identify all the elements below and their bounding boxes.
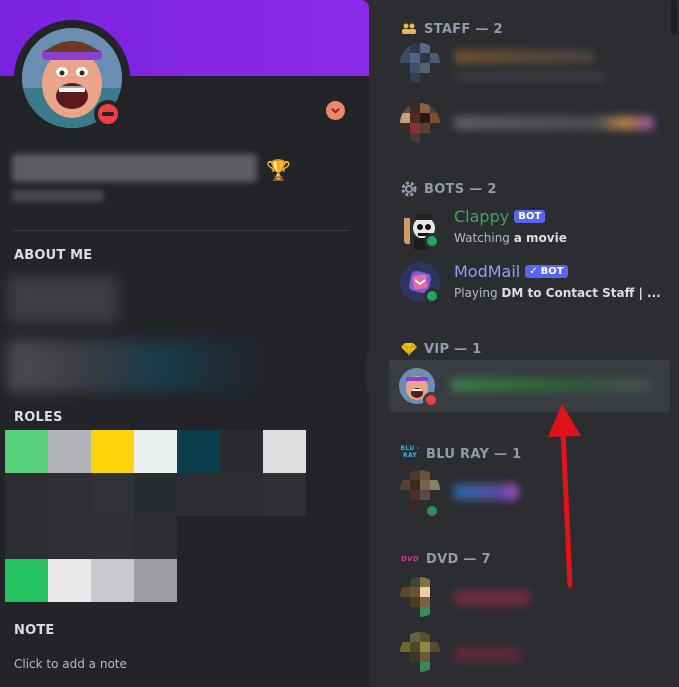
group-header-bots: BOTS — 2 — [400, 180, 497, 198]
dvd-icon: DVD — [401, 555, 419, 563]
group-label: BOTS — 2 — [424, 181, 497, 197]
role-chip[interactable] — [48, 516, 91, 559]
member-name: Clappy — [454, 207, 510, 226]
member-avatar[interactable] — [400, 43, 440, 83]
group-label: BLU RAY — 1 — [426, 446, 522, 462]
bot-tag: BOT — [514, 210, 546, 223]
role-chip[interactable] — [263, 430, 306, 473]
member-list-scrollbar[interactable] — [671, 0, 677, 35]
group-header-bluray: BLU - RAY BLU RAY — 1 — [400, 445, 521, 463]
role-chip[interactable] — [220, 430, 263, 473]
gear-icon — [400, 180, 418, 198]
role-row — [5, 559, 345, 602]
role-chip[interactable] — [134, 430, 177, 473]
diamond-icon — [400, 340, 418, 358]
staff-group-icon — [400, 20, 418, 38]
online-status-icon — [424, 233, 440, 249]
online-status-icon — [424, 288, 440, 304]
role-row — [5, 516, 345, 559]
checkmark-icon: ✓ — [529, 266, 538, 277]
modmail-name-row[interactable]: ModMail ✓ BOT — [454, 262, 568, 281]
group-label: DVD — 7 — [426, 551, 491, 567]
member-name-redacted — [451, 378, 651, 392]
activity-prefix: Watching — [454, 231, 510, 245]
user-tag-redacted — [12, 190, 104, 202]
bot-tag-label: BOT — [518, 211, 542, 222]
group-label: STAFF — 2 — [424, 21, 503, 37]
resize-handle[interactable] — [366, 352, 372, 392]
role-chip[interactable] — [91, 430, 134, 473]
member-name-redacted[interactable] — [454, 50, 594, 64]
about-me-text-redacted — [8, 276, 118, 322]
role-row — [5, 473, 345, 516]
member-name: ModMail — [454, 262, 521, 281]
online-status-icon — [424, 503, 440, 519]
member-name-redacted[interactable] — [454, 590, 530, 606]
activity-prefix: Playing — [454, 286, 498, 300]
role-chip[interactable] — [91, 559, 134, 602]
role-row — [5, 430, 345, 473]
group-header-vip: VIP — 1 — [400, 340, 482, 358]
bluray-icon: BLU - RAY — [400, 445, 420, 459]
role-chip[interactable] — [48, 473, 91, 516]
role-chip[interactable] — [177, 430, 220, 473]
role-chip[interactable] — [263, 473, 306, 516]
member-activity-redacted — [454, 72, 604, 82]
role-chip[interactable] — [134, 473, 177, 516]
role-chip[interactable] — [134, 516, 177, 559]
divider — [12, 230, 349, 231]
member-name-redacted[interactable] — [454, 646, 520, 662]
activity-value: a movie — [513, 231, 567, 245]
dnd-status-icon — [94, 100, 122, 128]
role-chip[interactable] — [5, 516, 48, 559]
group-label: VIP — 1 — [424, 341, 482, 357]
modmail-activity: Playing DM to Contact Staff | ... — [454, 286, 661, 300]
role-chip[interactable] — [5, 559, 48, 602]
role-chip[interactable] — [48, 559, 91, 602]
bot-tag-label: BOT — [540, 266, 564, 277]
role-chip[interactable] — [91, 516, 134, 559]
clappy-name-row[interactable]: Clappy BOT — [454, 207, 546, 226]
note-heading: NOTE — [14, 623, 55, 638]
role-chip[interactable] — [48, 430, 91, 473]
member-name-redacted[interactable] — [454, 116, 654, 130]
activity-value: DM to Contact Staff | ... — [501, 286, 661, 300]
role-chip[interactable] — [5, 473, 48, 516]
member-avatar[interactable] — [400, 103, 440, 143]
username-redacted — [12, 154, 257, 182]
member-name-redacted[interactable] — [454, 484, 518, 500]
roles-heading: ROLES — [14, 410, 63, 425]
group-header-staff: STAFF — 2 — [400, 20, 503, 38]
member-row-selected[interactable] — [389, 360, 670, 412]
member-avatar[interactable] — [400, 577, 440, 617]
trophy-icon: 🏆 — [266, 158, 291, 182]
verified-bot-tag: ✓ BOT — [525, 265, 568, 278]
about-me-link-redacted — [8, 340, 266, 392]
role-chip[interactable] — [5, 430, 48, 473]
about-me-heading: ABOUT ME — [14, 248, 93, 263]
clappy-activity: Watching a movie — [454, 231, 567, 245]
dnd-status-icon — [423, 392, 439, 408]
roles-list — [5, 430, 345, 602]
member-list: STAFF — 2 BOTS — 2 Clappy BOT Watching a… — [378, 0, 679, 687]
role-chip[interactable] — [134, 559, 177, 602]
chevron-down-icon[interactable] — [326, 101, 345, 120]
role-chip[interactable] — [91, 473, 134, 516]
role-chip[interactable] — [177, 473, 220, 516]
member-avatar[interactable] — [400, 632, 440, 672]
role-chip[interactable] — [220, 473, 263, 516]
note-input[interactable]: Click to add a note — [14, 657, 127, 671]
group-header-dvd: DVD DVD — 7 — [400, 550, 491, 568]
profile-popout: 🏆 ABOUT ME ROLES NOTE Click to add a not… — [0, 0, 369, 687]
